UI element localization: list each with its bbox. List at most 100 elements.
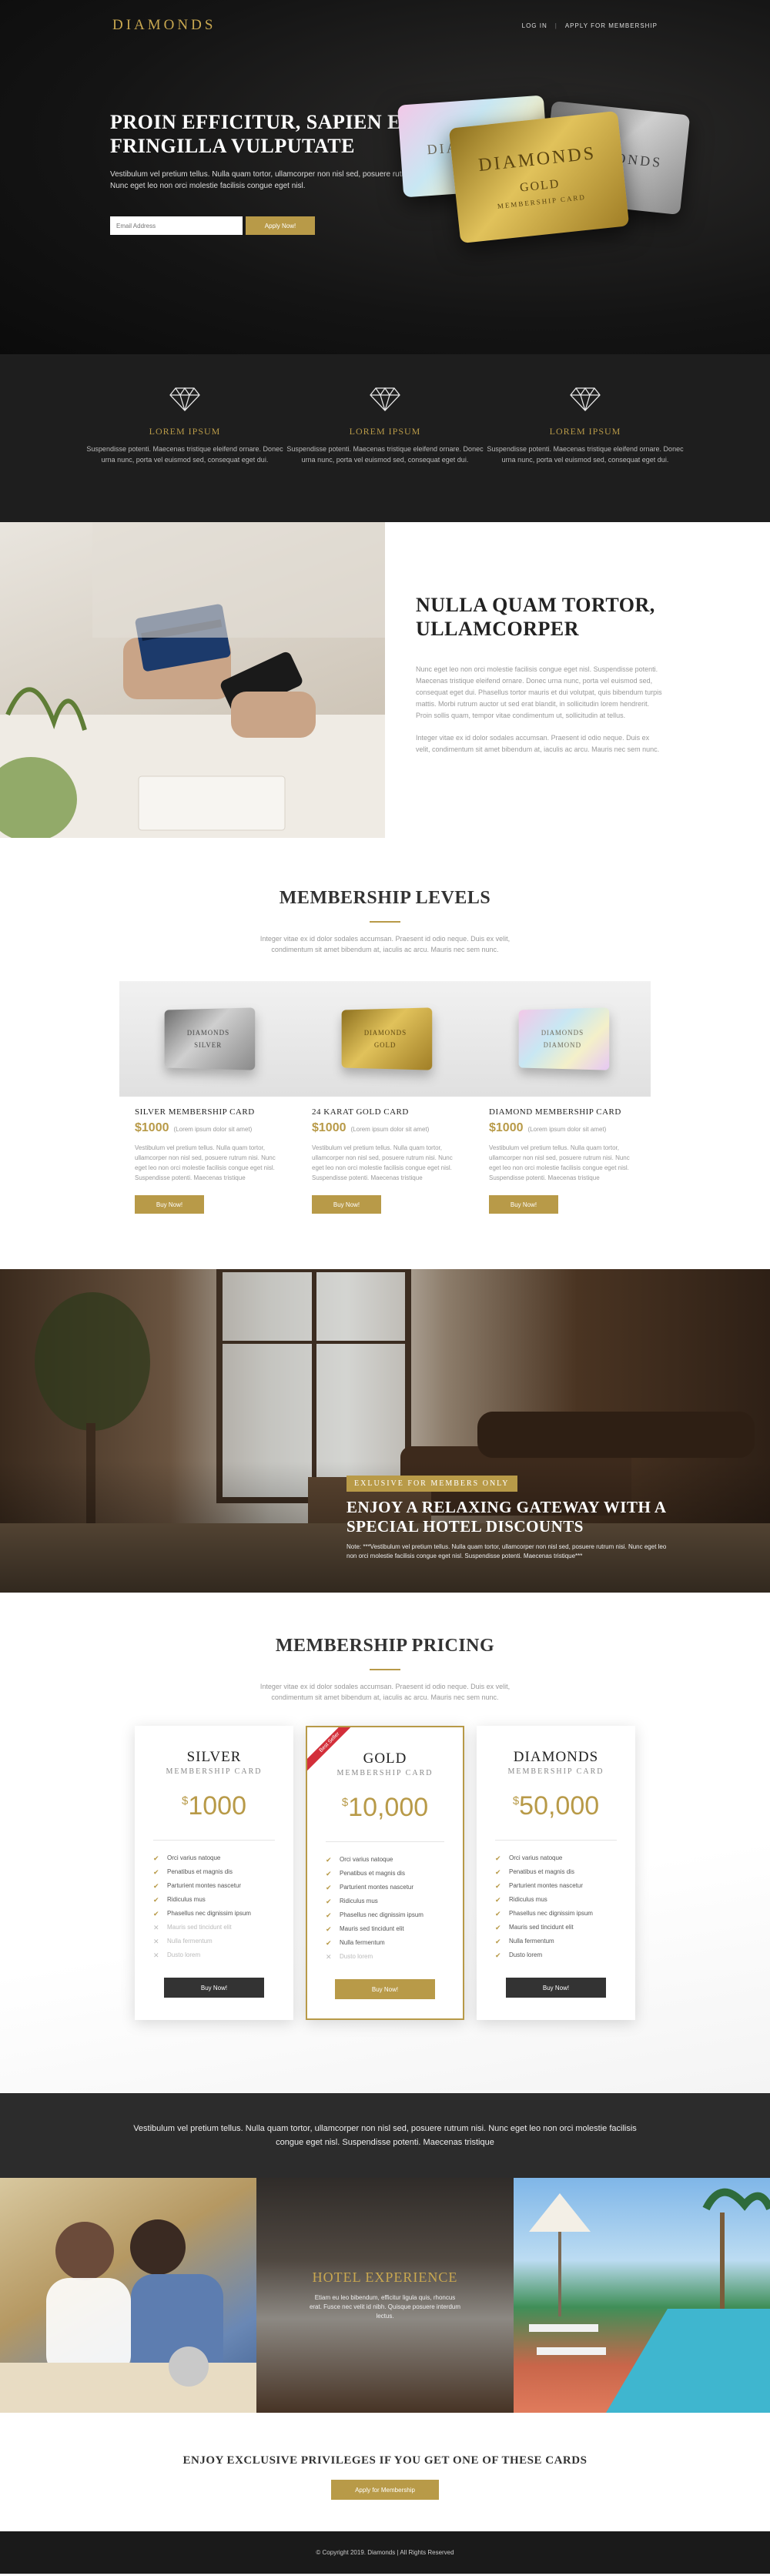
feature-label: Dusto lorem (509, 1948, 542, 1962)
top-nav: DIAMONDS LOG IN | APPLY FOR MEMBERSHIP (0, 0, 770, 51)
card-sub: MEMBERSHIP CARD (497, 193, 586, 209)
banner-text: Note: ***Vestibulum vel pretium tellus. … (346, 1543, 678, 1561)
pricing-card-silver: SILVER MEMBERSHIP CARD $ 1000 ✔ Orci vari… (135, 1726, 293, 2020)
hotel-experience-title: HOTEL EXPERIENCE (313, 2269, 458, 2286)
apply-membership-link[interactable]: APPLY FOR MEMBERSHIP (565, 22, 658, 29)
feature-label: Penatibus et magnis dis (167, 1865, 233, 1879)
feature-item: ✔ Mauris sed tincidunt elit (495, 1921, 617, 1935)
footer: © Copyright 2019. Diamonds | All Rights … (0, 2531, 770, 2574)
feature-item: ✔ Orci varius natoque (326, 1853, 444, 1867)
title-underline (370, 1669, 400, 1670)
card-tier: DIAMOND (544, 1041, 581, 1049)
price-note: (Lorem ipsum dolor sit amet) (174, 1126, 253, 1133)
price-note: (Lorem ipsum dolor sit amet) (528, 1126, 607, 1133)
email-input[interactable] (110, 216, 243, 235)
level-card-image: DIAMONDS GOLD (296, 981, 474, 1097)
level-price: $1000 (Lorem ipsum dolor sit amet) (489, 1121, 635, 1135)
feature-item: ✔ Dusto lorem (495, 1948, 617, 1962)
price-note: (Lorem ipsum dolor sit amet) (351, 1126, 430, 1133)
level-name: SILVER MEMBERSHIP CARD (135, 1107, 281, 1117)
check-icon: ✔ (326, 1853, 333, 1867)
check-icon: ✔ (495, 1893, 503, 1907)
banner-title: ENJOY A RELAXING GATEWAY WITH A SPECIAL … (346, 1498, 678, 1536)
feature-label: Phasellus nec dignissim ipsum (167, 1907, 251, 1921)
membership-levels-section: MEMBERSHIP LEVELS Integer vitae ex id do… (0, 838, 770, 1269)
check-icon: ✔ (326, 1936, 333, 1950)
banner-content: EXLUSIVE FOR MEMBERS ONLY ENJOY A RELAXI… (346, 1476, 678, 1561)
feature-label: Nulla fermentum (340, 1936, 385, 1950)
buy-now-button[interactable]: Buy Now! (312, 1195, 381, 1214)
about-section: NULLA QUAM TORTOR, ULLAMCORPER Nunc eget… (0, 522, 770, 838)
price-amount: $1000 (489, 1121, 524, 1135)
level-body: SILVER MEMBERSHIP CARD $1000 (Lorem ipsu… (119, 1107, 296, 1214)
pricing-card-gold: Best Seller GOLD MEMBERSHIP CARD $ 10,00… (306, 1726, 464, 2020)
login-link[interactable]: LOG IN (522, 22, 547, 29)
hero-cards-image: DIAMONDS DIAMONDS DIAMONDS GOLD MEMBERSH… (400, 100, 693, 293)
buy-now-button[interactable]: Buy Now! (335, 1979, 435, 1999)
buy-now-button[interactable]: Buy Now! (164, 1978, 264, 1998)
feature-item-disabled: ✕ Nulla fermentum (153, 1935, 275, 1948)
feature-item: ✔ Orci varius natoque (153, 1851, 275, 1865)
feature-list: ✔ Orci varius natoque ✔ Penatibus et magni… (153, 1851, 275, 1962)
about-paragraph: Integer vitae ex id dolor sodales accums… (416, 732, 662, 755)
feature-item: ✔ Parturient montes nascetur (153, 1879, 275, 1893)
feature-label: Mauris sed tincidunt elit (167, 1921, 232, 1935)
feature-item: ✔ Ridiculus mus (326, 1894, 444, 1908)
check-icon: ✔ (326, 1922, 333, 1936)
plan-subtitle: MEMBERSHIP CARD (153, 1767, 275, 1776)
level-price: $1000 (Lorem ipsum dolor sit amet) (312, 1121, 458, 1135)
diamond-icon (169, 387, 200, 411)
feature-label: Orci varius natoque (509, 1851, 562, 1865)
price-amount: $1000 (312, 1121, 346, 1135)
check-icon: ✔ (326, 1894, 333, 1908)
divider (495, 1840, 617, 1841)
feature-label: Mauris sed tincidunt elit (340, 1922, 404, 1936)
feature-label: Ridiculus mus (340, 1894, 378, 1908)
feature-item: ✔ Nulla fermentum (495, 1935, 617, 1948)
price-amount: 10,000 (348, 1793, 428, 1823)
feature-item: ✔ Penatibus et magnis dis (495, 1865, 617, 1879)
feature-list: ✔ Orci varius natoque ✔ Penatibus et magni… (326, 1853, 444, 1964)
resort-pool-photo (514, 2178, 770, 2413)
card-brand: DIAMONDS (364, 1029, 407, 1037)
feature-item: ✔ Mauris sed tincidunt elit (326, 1922, 444, 1936)
level-card-image: DIAMONDS DIAMOND (474, 981, 651, 1097)
price-amount: $1000 (135, 1121, 169, 1135)
check-icon: ✔ (495, 1865, 503, 1879)
hero-subtitle: Vestibulum vel pretium tellus. Nulla qua… (110, 169, 434, 192)
check-icon: ✔ (326, 1881, 333, 1894)
buy-now-button[interactable]: Buy Now! (489, 1195, 558, 1214)
cta-title: ENJOY EXCLUSIVE PRIVILEGES IF YOU GET ON… (0, 2454, 770, 2467)
cross-icon: ✕ (153, 1935, 161, 1948)
logo[interactable]: DIAMONDS (112, 17, 216, 34)
feature-label: Penatibus et magnis dis (340, 1867, 405, 1881)
feature-label: Ridiculus mus (509, 1893, 547, 1907)
gold-card-image: DIAMONDS GOLD MEMBERSHIP CARD (449, 111, 629, 243)
level-list: DIAMONDS SILVER SILVER MEMBERSHIP CARD $… (0, 981, 770, 1214)
hotel-banner: EXLUSIVE FOR MEMBERS ONLY ENJOY A RELAXI… (0, 1269, 770, 1593)
feature-item: ✔ Penatibus et magnis dis (326, 1867, 444, 1881)
feature-item-disabled: ✕ Dusto lorem (153, 1948, 275, 1962)
divider (326, 1841, 444, 1842)
buy-now-button[interactable]: Buy Now! (506, 1978, 606, 1998)
buy-now-button[interactable]: Buy Now! (135, 1195, 204, 1214)
apply-membership-button[interactable]: Apply for Membership (331, 2480, 439, 2500)
level-item: DIAMONDS DIAMOND DIAMOND MEMBERSHIP CARD… (474, 981, 651, 1214)
check-icon: ✔ (326, 1867, 333, 1881)
feature-title: LOREM IPSUM (85, 426, 285, 437)
section-subtitle: Integer vitae ex id dolor sodales accums… (239, 1681, 531, 1703)
check-icon: ✔ (495, 1935, 503, 1948)
price-amount: 1000 (188, 1791, 246, 1821)
signup-form: Apply Now! (110, 216, 434, 235)
apply-now-button[interactable]: Apply Now! (246, 216, 315, 235)
check-icon: ✔ (153, 1893, 161, 1907)
price-amount: 50,000 (519, 1791, 599, 1821)
hotel-experience-tile[interactable]: HOTEL EXPERIENCE Etiam eu leo bibendum, … (256, 2178, 514, 2413)
level-description: Vestibulum vel pretium tellus. Nulla qua… (312, 1143, 458, 1183)
plan-name: DIAMONDS (495, 1749, 617, 1766)
cross-icon: ✕ (326, 1950, 333, 1964)
feature-item: ✔ Phasellus nec dignissim ipsum (153, 1907, 275, 1921)
level-body: 24 KARAT GOLD CARD $1000 (Lorem ipsum do… (296, 1107, 474, 1214)
feature-title: LOREM IPSUM (285, 426, 485, 437)
card-tier: SILVER (194, 1041, 222, 1049)
